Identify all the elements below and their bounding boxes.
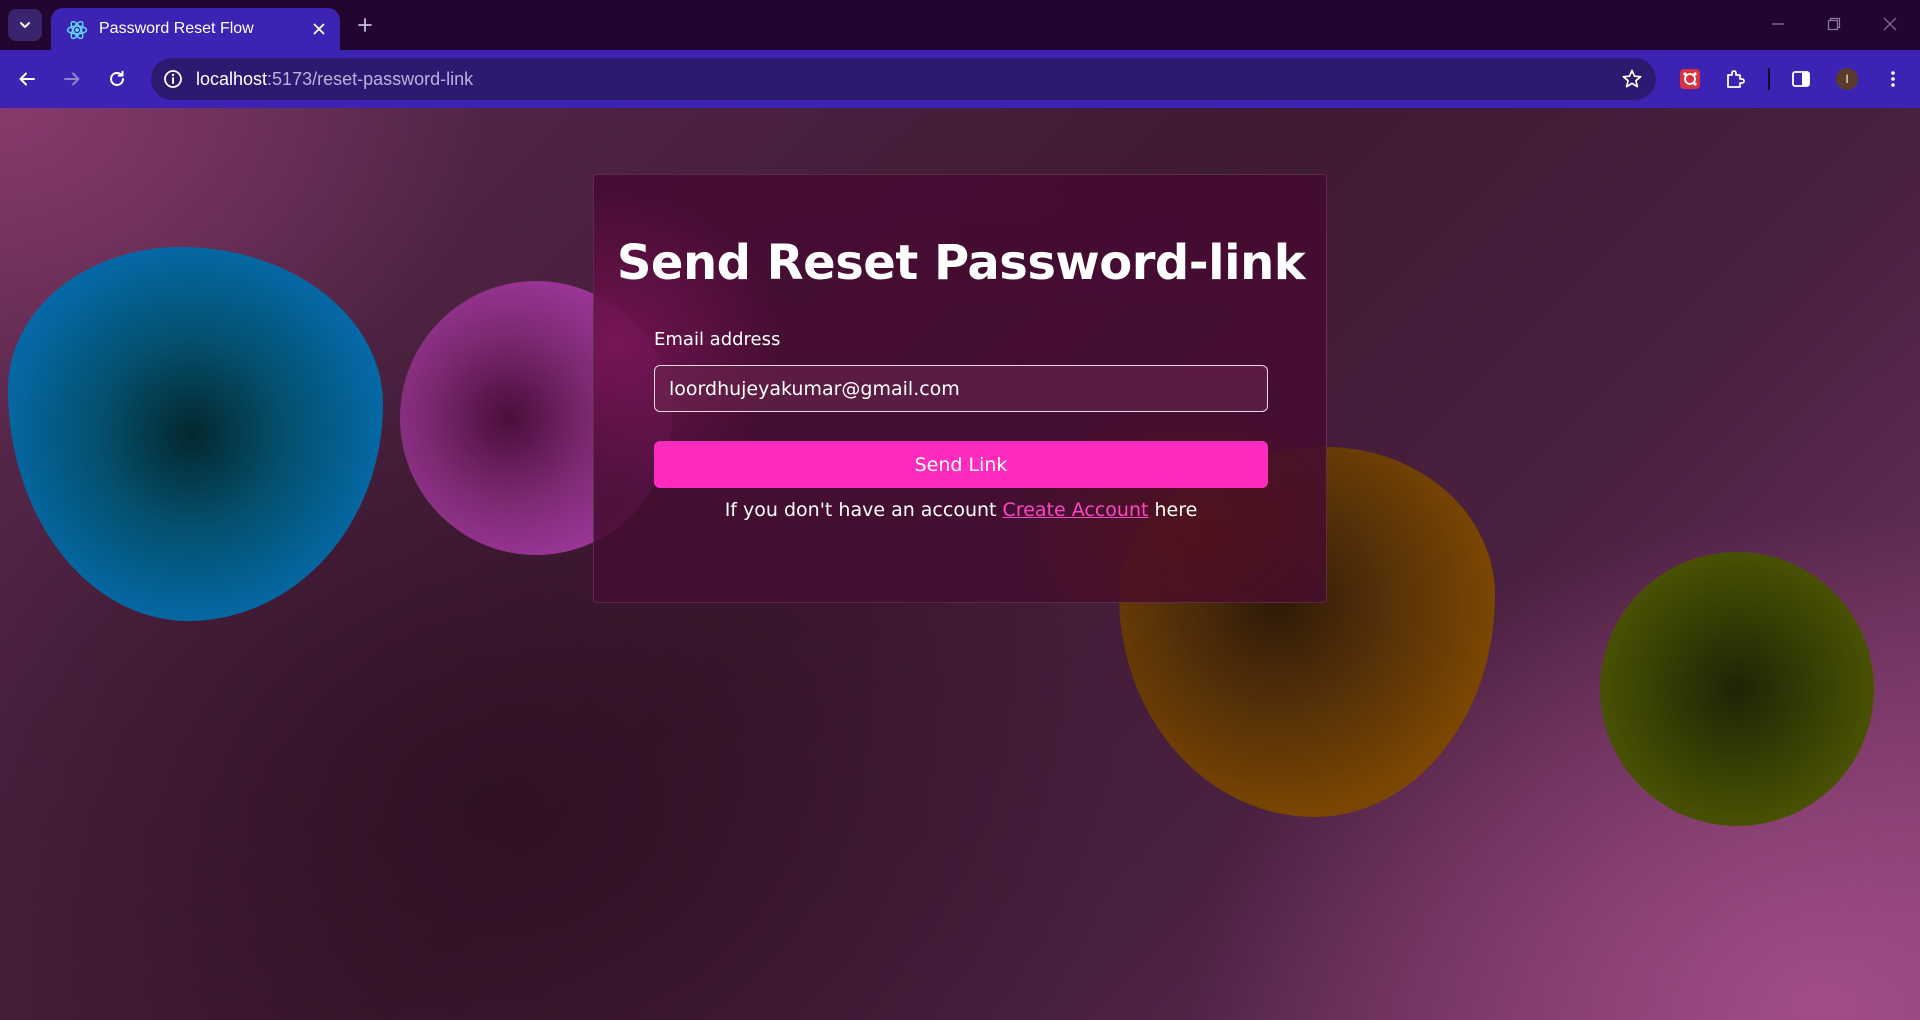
- email-field[interactable]: [654, 365, 1268, 412]
- browser-menu-button[interactable]: [1877, 63, 1909, 95]
- email-label: Email address: [654, 329, 781, 350]
- decorative-olive-blob: [1600, 552, 1874, 826]
- signup-prefix-text: If you don't have an account: [724, 499, 997, 521]
- extensions-button[interactable]: [1719, 63, 1751, 95]
- page-title: Send Reset Password-link: [616, 235, 1306, 291]
- tab-title: Password Reset Flow: [99, 20, 254, 37]
- info-icon: [164, 70, 182, 88]
- url-text: localhost:5173/reset-password-link: [196, 58, 473, 100]
- address-bar[interactable]: localhost:5173/reset-password-link: [151, 58, 1656, 100]
- tab-strip: Password Reset Flow: [0, 0, 1920, 50]
- new-tab-button[interactable]: [352, 12, 378, 38]
- window-close-button[interactable]: [1870, 8, 1910, 40]
- extension-app-icon: [1680, 69, 1700, 89]
- chevron-down-icon: [20, 22, 30, 28]
- reload-icon: [110, 70, 124, 86]
- extension-button[interactable]: [1674, 63, 1706, 95]
- back-button[interactable]: [11, 63, 43, 95]
- create-account-link[interactable]: Create Account: [1003, 499, 1149, 521]
- toolbar-divider: [1768, 68, 1770, 90]
- more-vertical-icon: [1891, 71, 1895, 87]
- page-background: Send Reset Password-link Email address S…: [0, 108, 1920, 1020]
- active-tab[interactable]: Password Reset Flow: [51, 8, 340, 50]
- signup-suffix-text: here: [1154, 499, 1198, 521]
- site-info-button[interactable]: [159, 65, 187, 93]
- send-link-button[interactable]: Send Link: [654, 441, 1268, 488]
- arrow-right-icon: [64, 72, 80, 86]
- star-icon: [1622, 69, 1642, 88]
- restore-icon: [1827, 17, 1841, 31]
- url-path: :5173/reset-password-link: [267, 69, 474, 89]
- url-host: localhost: [196, 69, 268, 89]
- tab-close-button[interactable]: [308, 18, 330, 40]
- signup-prompt: If you don't have an account Create Acco…: [594, 497, 1328, 523]
- side-panel-button[interactable]: [1785, 63, 1817, 95]
- reset-password-card: Send Reset Password-link Email address S…: [593, 174, 1327, 603]
- forward-button[interactable]: [56, 63, 88, 95]
- minimize-button[interactable]: [1758, 8, 1798, 40]
- puzzle-icon: [1727, 70, 1745, 88]
- browser-toolbar: localhost:5173/reset-password-link I: [0, 50, 1920, 108]
- decorative-blue-blob: [8, 247, 383, 621]
- side-panel-icon: [1792, 71, 1810, 87]
- profile-button[interactable]: I: [1831, 63, 1863, 95]
- tab-search-button[interactable]: [8, 9, 42, 41]
- restore-button[interactable]: [1814, 8, 1854, 40]
- arrow-left-icon: [19, 72, 35, 86]
- avatar: I: [1836, 68, 1858, 90]
- bookmark-button[interactable]: [1618, 65, 1646, 93]
- reload-button[interactable]: [101, 63, 133, 95]
- minimize-icon: [1772, 23, 1784, 25]
- plus-icon: [358, 18, 372, 32]
- close-icon: [1883, 17, 1897, 31]
- close-icon: [313, 23, 325, 35]
- react-icon: [66, 20, 88, 40]
